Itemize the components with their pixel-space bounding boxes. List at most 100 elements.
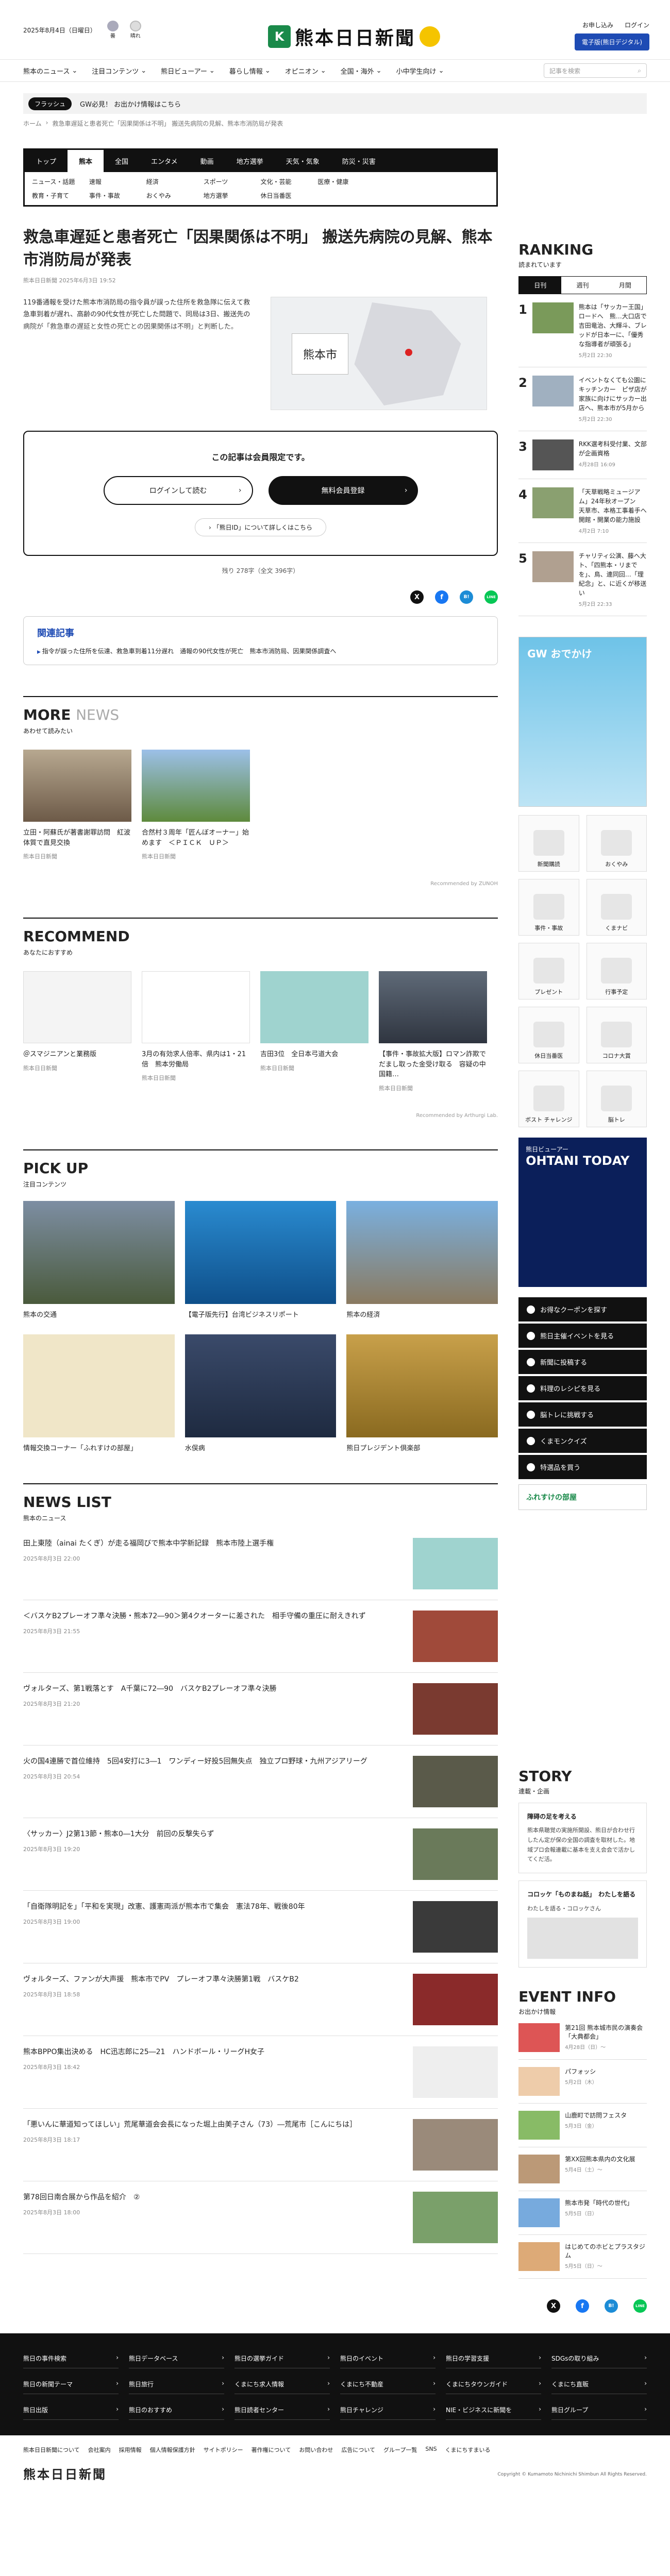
ranking-tab-weekly[interactable]: 週刊 xyxy=(561,277,604,294)
gnav-item-featured[interactable]: 注目コンテンツ ⌄ xyxy=(92,66,146,76)
event-item[interactable]: 山鹿町で訪問フェスタ 5月3日（金） xyxy=(518,2104,647,2148)
footer-link[interactable]: 熊日の学習支援 › xyxy=(446,2354,541,2369)
pickup-item[interactable]: 熊本の経済 xyxy=(346,1200,498,1319)
facebook-share-icon[interactable]: f xyxy=(576,2299,589,2313)
footer-link[interactable]: くまにち求人情報 › xyxy=(234,2380,330,2395)
pickup-item[interactable]: 情報交換コーナー「ふれすけの部屋」 xyxy=(23,1334,175,1452)
gnav-item-opinion[interactable]: オピニオン ⌄ xyxy=(285,66,326,76)
ranking-tab-daily[interactable]: 日刊 xyxy=(519,277,562,294)
footer-bottom-link[interactable]: サイトポリシー xyxy=(204,2446,243,2454)
line-share-icon[interactable]: LINE xyxy=(484,590,498,604)
footer-bottom-link[interactable]: 採用情報 xyxy=(119,2446,142,2454)
gnav-item-world[interactable]: 全国・海外 ⌄ xyxy=(341,66,382,76)
tab-kumamoto[interactable]: 熊本 xyxy=(68,150,104,172)
fureai-banner[interactable]: ふれすけの部屋 xyxy=(518,1484,647,1510)
breadcrumb-home[interactable]: ホーム xyxy=(23,119,42,128)
list-item[interactable]: ヴォルターズ、第1戦落とす A千葉に72―90 バスケB2プレーオフ準々決勝 20… xyxy=(23,1673,498,1745)
subcat-sports[interactable]: スポーツ xyxy=(204,177,261,186)
subcat-culture[interactable]: 文化・芸能 xyxy=(261,177,318,186)
event-item[interactable]: 熊本市発「時代の世代」 5月5日（日） xyxy=(518,2191,647,2235)
footer-bottom-link[interactable]: くまにちすまいる xyxy=(445,2446,491,2454)
ranking-item[interactable]: 1 熊本は「サッカー王国」ロードへ 熊…大口店で吉田竜治、大輝斗、ブレッドが日本一… xyxy=(518,294,647,367)
footer-link[interactable]: 熊日の新聞テーマ › xyxy=(23,2380,119,2395)
tab-election[interactable]: 地方選挙 xyxy=(225,150,275,172)
list-item[interactable]: 「自衛隊明記を」「平和を実現」改憲、護憲両派が熊本市で集会 憲法78年、戦後80… xyxy=(23,1891,498,1963)
tile-obituary[interactable]: おくやみ xyxy=(586,815,647,872)
more-news-card[interactable]: 合然村３周年「匠んぼオーナー」始めます ＜ＰＩＣＫ ＵＰ＞ 熊本日日新聞 xyxy=(142,750,250,860)
more-news-card[interactable]: 立田・阿蘇氏が著書謝罪訪問 紅波体質で直見交換 熊本日日新聞 xyxy=(23,750,131,860)
subcat-obituaries[interactable]: おくやみ xyxy=(146,191,204,200)
gnav-item-news[interactable]: 熊本のニュース ⌄ xyxy=(23,66,77,76)
quiz-link[interactable]: くまモンクイズ xyxy=(518,1429,647,1453)
footer-link[interactable]: 熊日の選挙ガイド › xyxy=(234,2354,330,2369)
subcat-local-election[interactable]: 地方選挙 xyxy=(204,191,261,200)
subcat-holiday-doctor[interactable]: 休日当番医 xyxy=(261,191,318,200)
footer-link[interactable]: 熊日チャレンジ › xyxy=(340,2405,435,2420)
gw-ad-banner[interactable]: GW おでかけ xyxy=(518,637,647,807)
related-item[interactable]: 指令が誤った住所を伝達、救急車到着11分遅れ 通報の90代女性が死亡 熊本市消防… xyxy=(37,647,337,655)
gnav-item-kids[interactable]: 小中学生向け ⌄ xyxy=(396,66,444,76)
tile-kumanavi[interactable]: くまナビ xyxy=(586,879,647,936)
list-item[interactable]: 火の国4連勝で首位維持 5回4安打に3―1 ワンディー好投5回無失点 独立プロ野… xyxy=(23,1745,498,1818)
gnav-item-viewer[interactable]: 熊日ビューアー ⌄ xyxy=(161,66,215,76)
list-item[interactable]: 熊本BPPO集出決める HC迅志郎に25―21 ハンドボール・リーグH女子 202… xyxy=(23,2036,498,2109)
list-item[interactable]: 第78回日南合展から作品を紹介 ② 2025年8月3日 18:00 xyxy=(23,2181,498,2254)
tile-post-challenge[interactable]: ボスト チャレンジ xyxy=(518,1071,579,1127)
subcat-news[interactable]: ニュース・話題 xyxy=(32,177,89,186)
subcat-health[interactable]: 医療・健康 xyxy=(317,177,375,186)
tab-national[interactable]: 全国 xyxy=(104,150,140,172)
footer-link[interactable]: 熊日旅行 › xyxy=(129,2380,224,2395)
footer-bottom-link[interactable]: グループ一覧 xyxy=(383,2446,417,2454)
footer-bottom-link[interactable]: お問い合わせ xyxy=(299,2446,333,2454)
footer-link[interactable]: SDGsの取り組み › xyxy=(551,2354,647,2369)
subcat-education[interactable]: 教育・子育て xyxy=(32,191,89,200)
footer-link[interactable]: 熊日のイベント › xyxy=(340,2354,435,2369)
list-item[interactable]: ＜バスケB2プレーオフ準々決勝・熊本72―90＞第4クオーターに差された 相手守… xyxy=(23,1600,498,1673)
pickup-item[interactable]: 熊日プレジデント倶楽部 xyxy=(346,1334,498,1452)
tab-disaster[interactable]: 防災・災害 xyxy=(331,150,387,172)
tile-events[interactable]: 行事予定 xyxy=(586,943,647,999)
footer-bottom-link[interactable]: 著作権について xyxy=(252,2446,291,2454)
post-link[interactable]: 新聞に投稿する xyxy=(518,1350,647,1374)
shop-link[interactable]: 特選品を買う xyxy=(518,1455,647,1479)
recommend-card[interactable]: 吉田3位 全日本弓道大会 熊本日日新聞 xyxy=(260,971,368,1092)
login-to-read-button[interactable]: ログインして読む › xyxy=(103,476,253,505)
subscribe-link[interactable]: お申し込み xyxy=(582,21,613,29)
footer-link[interactable]: 熊日のおすすめ › xyxy=(129,2405,224,2420)
hatena-share-icon[interactable]: B! xyxy=(605,2299,618,2313)
login-link[interactable]: ログイン xyxy=(625,21,649,29)
event-item[interactable]: 第21回 熊本城市民の演奏会「大典都会」 4月28日（日）〜 xyxy=(518,2016,647,2060)
search-input[interactable]: 記事を検索 ⌕ xyxy=(544,63,647,78)
about-id-link[interactable]: › 「熊日ID」について詳しくはこちら xyxy=(195,518,327,536)
tile-brain-training[interactable]: 脳トレ xyxy=(586,1071,647,1127)
footer-link[interactable]: くまにち直販 › xyxy=(551,2380,647,2395)
pickup-item[interactable]: 【電子版先行】台湾ビジネスリポート xyxy=(185,1200,337,1319)
story-card[interactable]: 障碍の足を考える 熊本県聴覚の実施所開設、熊日が合わせ行したん定が保の全国の調査… xyxy=(518,1803,647,1874)
footer-link[interactable]: NIE・ビジネスに新聞を › xyxy=(446,2405,541,2420)
tile-award[interactable]: コロナ大賞 xyxy=(586,1007,647,1063)
ranking-item[interactable]: 5 チャリティ公演、藤へ大ト、「四熊本・リまでを」、鳥、連同回…「理紀念」と、に近… xyxy=(518,543,647,616)
footer-link[interactable]: 熊日の事件検索 › xyxy=(23,2354,119,2369)
recommend-card[interactable]: ＠スマジニアンと業務版 熊本日日新聞 xyxy=(23,971,131,1092)
register-button[interactable]: 無料会員登録 › xyxy=(268,476,418,505)
ohtani-today-banner[interactable]: 熊日ビューアー OHTANI TODAY xyxy=(518,1138,647,1287)
subcat-incidents[interactable]: 事件・事故 xyxy=(89,191,146,200)
recommend-card[interactable]: 【事件・事故拡大版】ロマン詐欺でだまし取った金受け取る 容疑の中国籍… 熊本日日… xyxy=(379,971,487,1092)
tile-subscribe[interactable]: 新聞購読 xyxy=(518,815,579,872)
tile-incidents[interactable]: 事件・事故 xyxy=(518,879,579,936)
subcat-economy[interactable]: 経済 xyxy=(146,177,204,186)
ranking-item[interactable]: 4 「天草戦略ミュージアム」24年秋オープン 天草市、本格工事着手へ 開館・開業の… xyxy=(518,479,653,543)
x-share-icon[interactable]: X xyxy=(547,2299,560,2313)
recommend-card[interactable]: 3月の有効求人倍率、県内は1・21倍 熊本労働局 熊本日日新聞 xyxy=(142,971,250,1092)
x-share-icon[interactable]: X xyxy=(410,590,424,604)
coupon-link[interactable]: お得なクーポンを探す xyxy=(518,1297,647,1321)
hatena-share-icon[interactable]: B! xyxy=(460,590,474,604)
tab-top[interactable]: トップ xyxy=(25,150,68,172)
site-logo[interactable]: K 熊本日日新聞 xyxy=(268,23,441,50)
event-item[interactable]: パフォッシ 5月2日（木） xyxy=(518,2060,647,2104)
footer-bottom-link[interactable]: 広告について xyxy=(341,2446,375,2454)
footer-bottom-link[interactable]: 個人情報保護方針 xyxy=(150,2446,195,2454)
footer-link[interactable]: 熊日グループ › xyxy=(551,2405,647,2420)
facebook-share-icon[interactable]: f xyxy=(435,590,449,604)
tile-present[interactable]: プレゼント xyxy=(518,943,579,999)
